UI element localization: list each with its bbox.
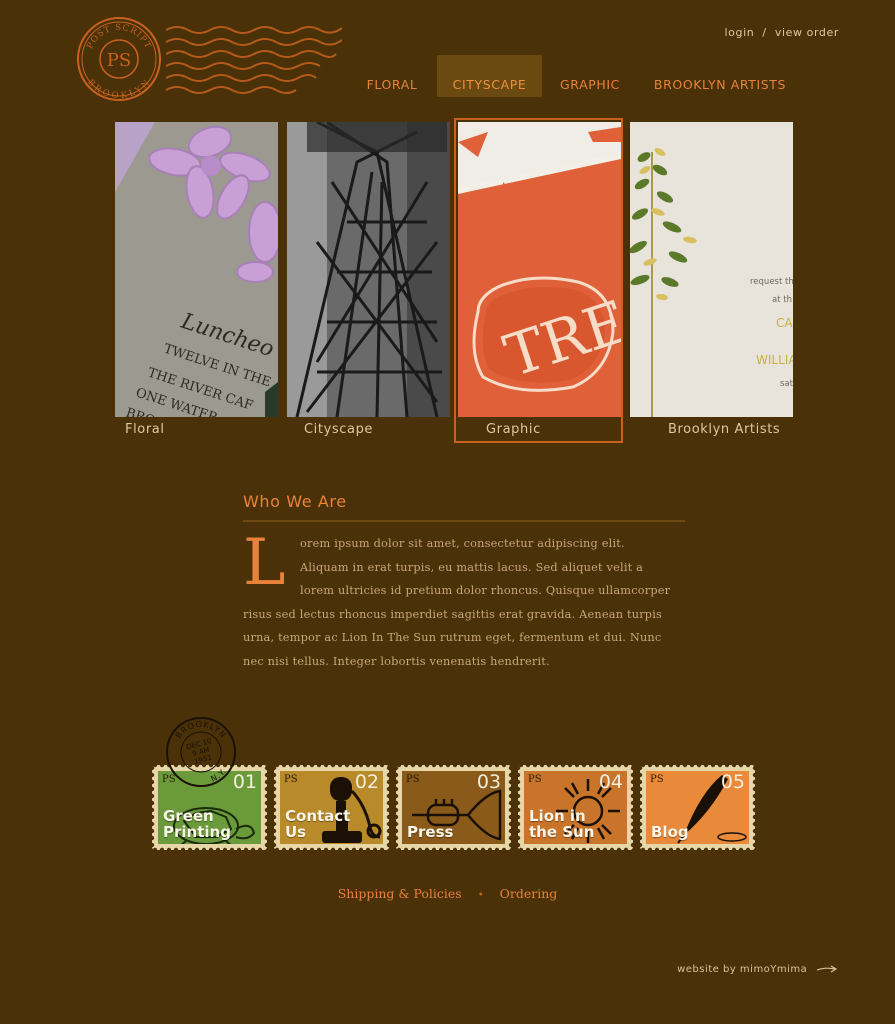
svg-text:POST SCRIPT: POST SCRIPT [85,23,153,51]
stamp-label: Green Printing [163,807,231,841]
stamp-number: 04 [598,771,623,793]
stamp-lion-in-the-sun[interactable]: PS 04 Lion in the Sun [518,765,633,850]
gallery-caption-graphic[interactable]: Graphic [486,422,541,437]
stamp-label: Press [407,823,454,841]
about-divider [243,520,685,522]
stamp-press[interactable]: PS 03 Press [396,765,511,850]
stamp-number: 02 [354,771,379,793]
brooklyn-card-line-2: at th [772,295,792,305]
login-link[interactable]: login [725,26,755,39]
account-links: login / view order [725,26,840,39]
stamp-prefix: PS [406,774,420,785]
gallery-panel-floral[interactable]: Luncheo TWELVE IN THE THE RIVER CAF ONE … [115,122,278,417]
brooklyn-artists-invitation-image: request th at th CA WILLIA satu [630,122,793,417]
site-credit-text: website by mimoYmima [677,964,808,975]
nav-cityscape[interactable]: CITYSCAPE [437,55,542,97]
stamp-prefix: PS [528,774,542,785]
logo-bottom-text: BROOKLYN [85,78,151,101]
postscript-logo[interactable]: POST SCRIPT BROOKLYN PS [76,16,162,102]
arrow-right-icon [817,965,838,973]
svg-text:BROOKLYN: BROOKLYN [85,78,152,101]
stamp-label: Contact Us [285,807,351,841]
logo-seal-icon: POST SCRIPT BROOKLYN PS [77,17,161,101]
floral-invitation-image: Luncheo TWELVE IN THE THE RIVER CAF ONE … [115,122,278,417]
ordering-link[interactable]: Ordering [500,886,558,901]
gallery-caption-floral[interactable]: Floral [125,422,165,437]
about-body-text: orem ipsum dolor sit amet, consectetur a… [243,537,671,668]
stamp-contact-us[interactable]: PS 02 Contact Us [274,765,389,850]
site-credit-link[interactable]: website by mimoYmima [677,964,839,975]
stamp-number: 03 [476,771,501,793]
stamp-label: Blog [651,823,689,841]
logo-monogram: PS [107,50,131,71]
brooklyn-card-line-4: WILLIA [756,353,793,367]
view-order-link[interactable]: view order [775,26,839,39]
brooklyn-card-line-3: CA [776,316,793,330]
footer-links: Shipping & Policies • Ordering [0,886,895,901]
cityscape-invitation-image [287,122,450,417]
shipping-policies-link[interactable]: Shipping & Policies [338,886,462,901]
gallery-panel-brooklyn-artists[interactable]: request th at th CA WILLIA satu [630,122,793,417]
brooklyn-card-line-5: satu [780,379,793,389]
stamp-prefix: PS [650,774,664,785]
gallery-caption-brooklyn-artists[interactable]: Brooklyn Artists [668,422,780,437]
logo-top-text: POST SCRIPT [85,23,152,51]
about-paragraph: orem ipsum dolor sit amet, consectetur a… [243,532,673,674]
footer-separator: • [477,890,484,901]
account-separator: / [762,26,767,39]
about-heading: Who We Are [243,492,347,511]
brooklyn-card-line-1: request th [750,277,793,287]
stamp-number: 05 [720,771,745,793]
postmark-icon: BROOKLYN N.Y. DEC 10 9 AM 1951 [166,717,236,787]
gallery-selection-frame [454,118,623,443]
nav-floral[interactable]: FLORAL [356,55,428,97]
postal-cancel-lines-icon [166,26,342,94]
nav-brooklyn-artists[interactable]: BROOKLYN ARTISTS [645,55,795,97]
stamp-prefix: PS [284,774,298,785]
stamp-blog[interactable]: PS 05 Blog [640,765,755,850]
gallery-caption-cityscape[interactable]: Cityscape [304,422,373,437]
gallery-panel-cityscape[interactable] [287,122,450,417]
nav-graphic[interactable]: GRAPHIC [550,55,630,97]
stamp-label: Lion in the Sun [529,807,595,841]
